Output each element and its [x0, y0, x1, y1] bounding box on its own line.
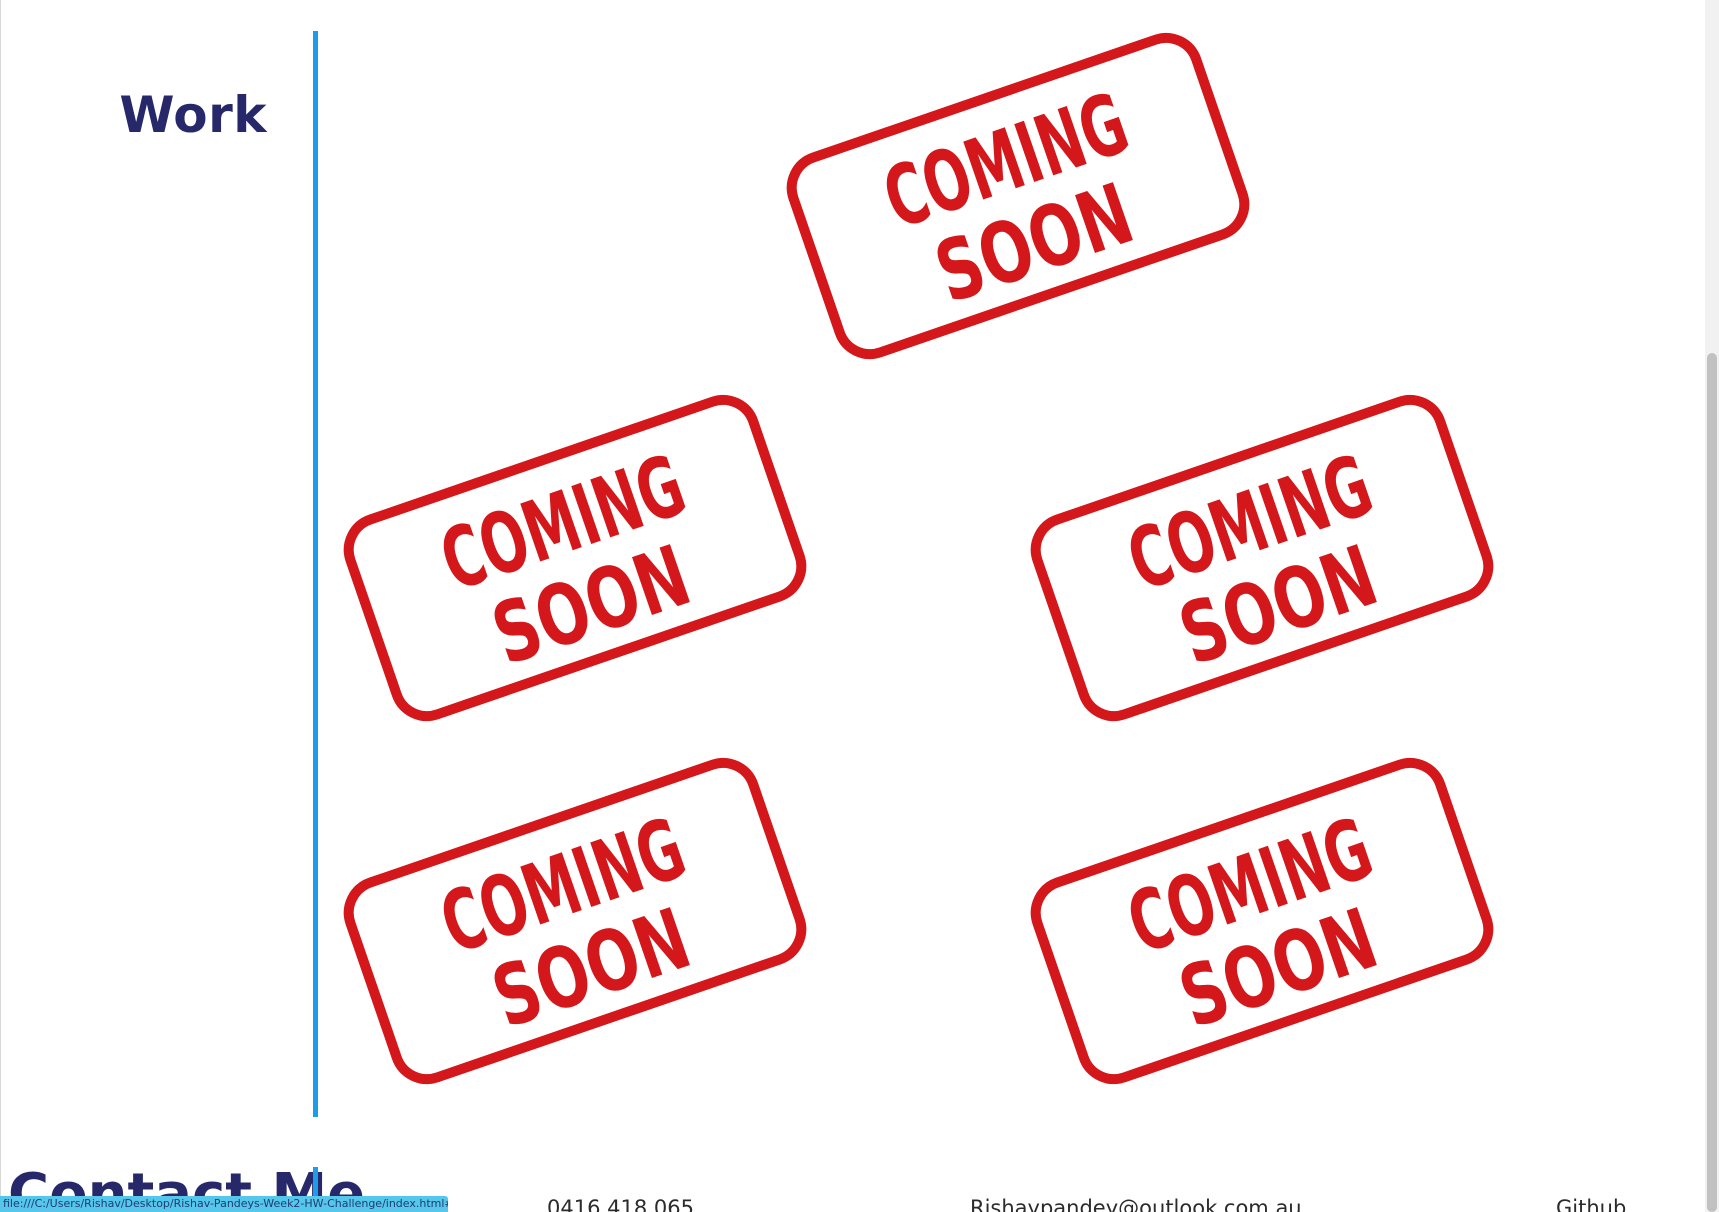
email-link[interactable]: Rishaypandey@outlook.com.au [970, 1194, 1302, 1212]
portfolio-page: Work COMING SOON COMING SOON COMING SOON… [0, 0, 1719, 1212]
github-link[interactable]: Github [1556, 1194, 1626, 1212]
vertical-scrollbar[interactable] [1705, 0, 1719, 1212]
project-card-5[interactable]: COMING SOON [1017, 744, 1507, 1098]
project-card-2[interactable]: COMING SOON [330, 381, 820, 735]
coming-soon-stamp-icon: COMING SOON [343, 394, 807, 722]
coming-soon-stamp-icon: COMING SOON [1030, 757, 1494, 1085]
coming-soon-stamp-icon: COMING SOON [1030, 394, 1494, 722]
coming-soon-stamp-icon: COMING SOON [343, 757, 807, 1085]
status-bar-url: file:///C:/Users/Rishav/Desktop/Rishav-P… [0, 1196, 448, 1212]
work-section-divider [313, 31, 318, 1117]
project-card-4[interactable]: COMING SOON [330, 744, 820, 1098]
scrollbar-thumb[interactable] [1707, 353, 1717, 1212]
left-edge-border [0, 0, 1, 1212]
work-heading: Work [119, 86, 267, 144]
phone-link[interactable]: 0416 418 065 [547, 1194, 694, 1212]
project-card-3[interactable]: COMING SOON [1017, 381, 1507, 735]
coming-soon-stamp-icon: COMING SOON [786, 32, 1250, 360]
project-card-1[interactable]: COMING SOON [773, 19, 1263, 373]
